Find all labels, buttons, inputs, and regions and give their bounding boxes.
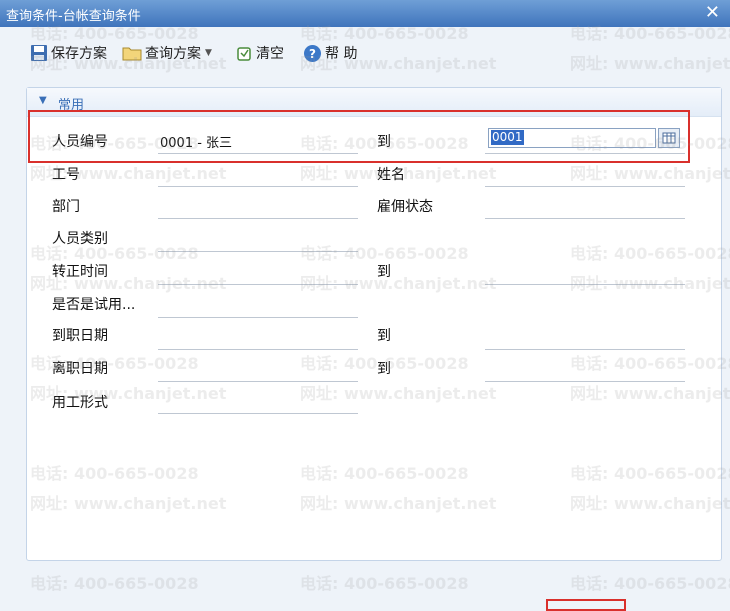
- collapse-icon[interactable]: ▼: [39, 95, 47, 106]
- confirm-date-label: 转正时间: [52, 264, 108, 280]
- highlight-box-bottom: [546, 599, 626, 611]
- help-button[interactable]: ? 帮 助: [303, 41, 357, 65]
- hire-date-from-field[interactable]: [158, 349, 358, 350]
- save-scheme-button[interactable]: 保存方案: [30, 41, 107, 65]
- folder-icon: [122, 47, 142, 61]
- employ-status-label: 雇佣状态: [377, 199, 433, 215]
- save-scheme-label: 保存方案: [51, 46, 107, 62]
- on-trial-label: 是否是试用...: [52, 297, 136, 313]
- query-scheme-label: 查询方案: [145, 46, 201, 62]
- toolbar: 保存方案 查询方案 ▼ 清空 ? 帮 助: [0, 27, 730, 79]
- leave-date-label: 离职日期: [52, 361, 108, 377]
- hire-date-label: 到职日期: [52, 328, 108, 344]
- chevron-down-icon: ▼: [205, 48, 212, 58]
- hire-date-to-field[interactable]: [485, 349, 685, 350]
- help-label: 帮 助: [325, 46, 358, 62]
- employ-status-field[interactable]: [485, 218, 685, 219]
- clear-icon: [237, 47, 251, 61]
- emp-category-field[interactable]: [158, 251, 358, 252]
- hire-date-to-label: 到: [377, 328, 391, 344]
- job-no-field[interactable]: [158, 186, 358, 187]
- confirm-date-to-label: 到: [377, 264, 391, 280]
- confirm-date-from-field[interactable]: [158, 284, 358, 285]
- name-label: 姓名: [377, 167, 405, 183]
- title-bar: 查询条件-台帐查询条件 ✕: [0, 0, 730, 27]
- watermark-phone: 电话: 400-665-0028: [300, 574, 469, 593]
- job-no-label: 工号: [52, 167, 80, 183]
- watermark-phone: 电话: 400-665-0028: [30, 574, 199, 593]
- clear-label: 清空: [256, 46, 284, 62]
- employ-form-label: 用工形式: [52, 395, 108, 411]
- name-field[interactable]: [485, 186, 685, 187]
- leave-date-from-field[interactable]: [158, 381, 358, 382]
- query-scheme-button[interactable]: 查询方案 ▼: [122, 41, 212, 65]
- clear-button[interactable]: 清空: [235, 41, 284, 65]
- leave-date-to-label: 到: [377, 361, 391, 377]
- window-title: 查询条件-台帐查询条件: [6, 9, 141, 24]
- floppy-icon: [31, 45, 47, 61]
- confirm-date-to-field[interactable]: [485, 284, 685, 285]
- on-trial-field[interactable]: [158, 317, 358, 318]
- leave-date-to-field[interactable]: [485, 381, 685, 382]
- help-icon: ?: [304, 44, 321, 62]
- dept-field[interactable]: [158, 218, 358, 219]
- emp-category-label: 人员类别: [52, 231, 108, 247]
- employ-form-field[interactable]: [158, 413, 358, 414]
- svg-text:?: ?: [309, 47, 316, 61]
- highlight-box: [28, 110, 690, 163]
- close-icon[interactable]: ✕: [705, 2, 720, 23]
- watermark-phone: 电话: 400-665-0028: [570, 574, 730, 593]
- dept-label: 部门: [52, 199, 80, 215]
